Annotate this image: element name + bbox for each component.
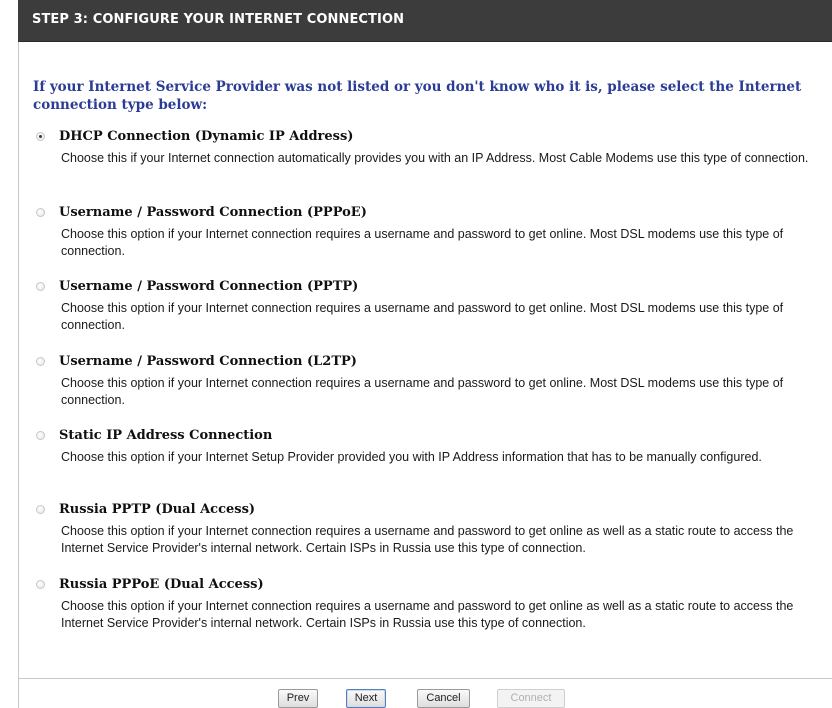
option-description: Choose this option if your Internet conn… [61,599,794,630]
radio-static-ip[interactable] [36,431,45,440]
option-description: Choose this option if your Internet conn… [61,227,784,258]
intro-text: If your Internet Service Provider was no… [33,79,802,113]
next-button[interactable]: Next [346,689,386,708]
connect-button[interactable]: Connect [497,689,565,708]
option-label[interactable]: DHCP Connection (Dynamic IP Address) [59,129,353,144]
radio-pptp[interactable] [36,282,45,291]
radio-l2tp[interactable] [36,357,45,366]
prev-button[interactable]: Prev [278,689,318,708]
option-description: Choose this option if your Internet conn… [61,524,794,555]
step-header: STEP 3: CONFIGURE YOUR INTERNET CONNECTI… [18,0,832,42]
cancel-button[interactable]: Cancel [417,689,470,708]
option-label[interactable]: Username / Password Connection (PPPoE) [59,205,367,220]
footer-divider [18,678,832,679]
radio-dhcp[interactable] [36,132,45,141]
option-description: Choose this if your Internet connection … [61,151,809,165]
option-description: Choose this option if your Internet conn… [61,376,784,407]
option-description: Choose this option if your Internet Setu… [61,450,762,464]
option-label[interactable]: Russia PPPoE (Dual Access) [59,577,264,592]
option-label[interactable]: Russia PPTP (Dual Access) [59,502,255,517]
radio-russia-pppoe[interactable] [36,580,45,589]
option-label[interactable]: Static IP Address Connection [59,428,272,443]
option-description: Choose this option if your Internet conn… [61,301,784,332]
option-label[interactable]: Username / Password Connection (L2TP) [59,354,357,369]
step-title: STEP 3: CONFIGURE YOUR INTERNET CONNECTI… [32,12,405,27]
radio-russia-pptp[interactable] [36,505,45,514]
radio-pppoe[interactable] [36,208,45,217]
option-label[interactable]: Username / Password Connection (PPTP) [59,279,358,294]
